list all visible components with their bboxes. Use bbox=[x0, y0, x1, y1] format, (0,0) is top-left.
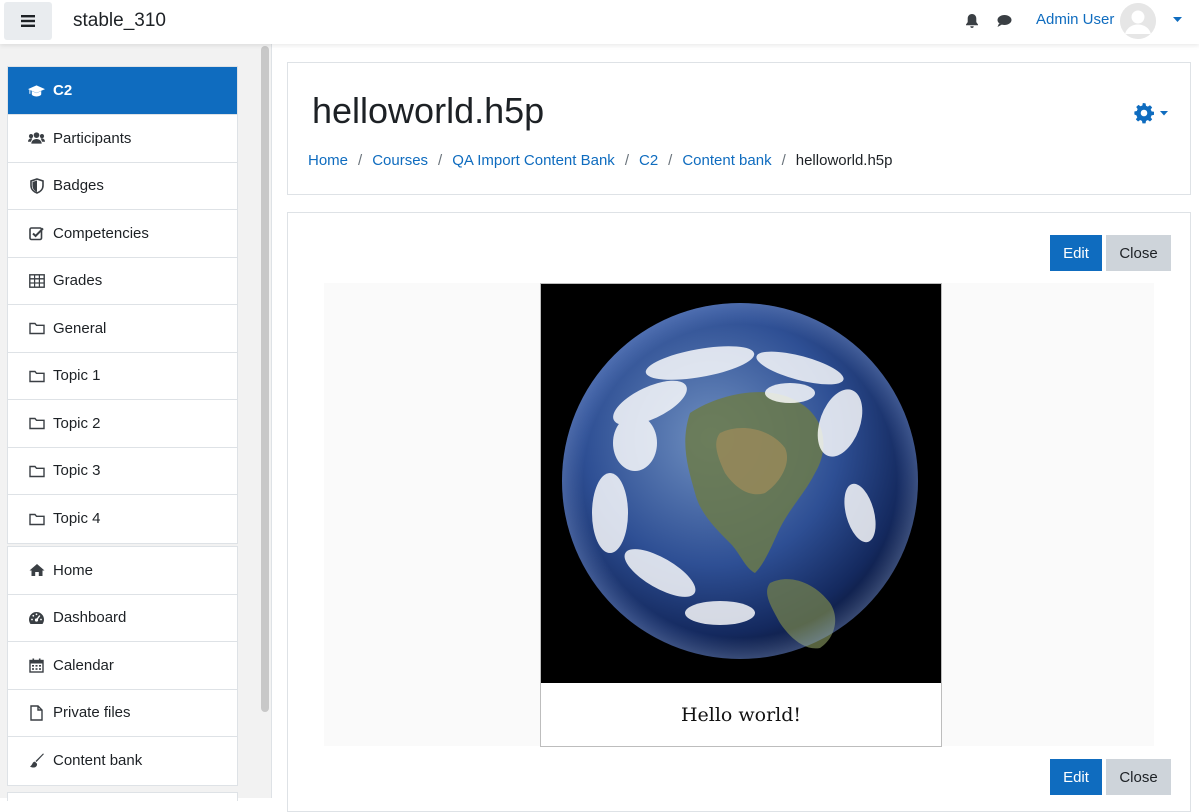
shield-icon bbox=[28, 177, 45, 194]
nav-item-label: Grades bbox=[53, 272, 103, 290]
nav-item-label: Participants bbox=[53, 129, 132, 147]
breadcrumb-separator: / bbox=[781, 152, 786, 169]
user-avatar-icon bbox=[1120, 3, 1156, 39]
calendar-icon bbox=[28, 657, 45, 674]
chevron-down-icon bbox=[1160, 110, 1168, 115]
nav-item-calendar[interactable]: Calendar bbox=[8, 642, 237, 690]
breadcrumb-home[interactable]: Home bbox=[308, 152, 348, 169]
nav-item-label: Calendar bbox=[53, 656, 114, 674]
folder-icon bbox=[28, 367, 45, 384]
h5p-caption: Hello world! bbox=[540, 683, 942, 747]
chevron-down-icon[interactable] bbox=[1173, 17, 1182, 23]
breadcrumb-separator: / bbox=[438, 152, 443, 169]
close-button-bottom[interactable]: Close bbox=[1106, 759, 1171, 795]
drawer-scrollbar[interactable] bbox=[261, 46, 269, 712]
close-button-top[interactable]: Close bbox=[1106, 235, 1171, 271]
nav-item-participants[interactable]: Participants bbox=[8, 115, 237, 163]
nav-item-label: Topic 2 bbox=[53, 414, 101, 432]
chat-icon[interactable] bbox=[995, 12, 1013, 30]
nav-item-course[interactable]: C2 bbox=[8, 67, 237, 115]
nav-item-competencies[interactable]: Competencies bbox=[8, 210, 237, 258]
nav-item-private-files[interactable]: Private files bbox=[8, 689, 237, 737]
settings-menu-button[interactable] bbox=[1133, 102, 1168, 124]
bell-icon[interactable] bbox=[963, 12, 981, 30]
nav-item-topic-4[interactable]: Topic 4 bbox=[8, 495, 237, 543]
nav-item-home[interactable]: Home bbox=[8, 547, 237, 595]
nav-item-label: Private files bbox=[53, 704, 131, 722]
nav-item-dashboard[interactable]: Dashboard bbox=[8, 594, 237, 642]
edit-button-top[interactable]: Edit bbox=[1050, 235, 1102, 271]
nav-item-content-bank[interactable]: Content bank bbox=[8, 737, 237, 785]
nav-item-grades[interactable]: Grades bbox=[8, 257, 237, 305]
course-nav: C2 Participants Badges Competencies Grad… bbox=[7, 66, 238, 544]
nav-item-label: Topic 3 bbox=[53, 462, 101, 480]
breadcrumb-content-bank[interactable]: Content bank bbox=[682, 152, 771, 169]
avatar[interactable] bbox=[1120, 3, 1156, 39]
nav-drawer: C2 Participants Badges Competencies Grad… bbox=[0, 44, 272, 801]
nav-item-badges[interactable]: Badges bbox=[8, 162, 237, 210]
site-nav: Home Dashboard Calendar Private files Co… bbox=[7, 546, 238, 786]
nav-item-topic-1[interactable]: Topic 1 bbox=[8, 352, 237, 400]
folder-icon bbox=[28, 510, 45, 527]
hamburger-icon bbox=[21, 15, 35, 27]
nav-item-label: Topic 4 bbox=[53, 510, 101, 528]
breadcrumb-current: helloworld.h5p bbox=[795, 152, 893, 169]
site-name[interactable]: stable_310 bbox=[73, 10, 166, 32]
brush-icon bbox=[28, 752, 45, 769]
folder-icon bbox=[28, 462, 45, 479]
nav-item-label: Dashboard bbox=[53, 609, 127, 627]
file-icon bbox=[28, 704, 45, 721]
earth-image bbox=[540, 283, 942, 683]
nav-item-label: Content bank bbox=[53, 752, 143, 770]
edit-button-bottom[interactable]: Edit bbox=[1050, 759, 1102, 795]
breadcrumb: Home / Courses / QA Import Content Bank … bbox=[308, 152, 892, 169]
nav-item-label: Competencies bbox=[53, 224, 149, 242]
page-title: helloworld.h5p bbox=[312, 90, 545, 131]
breadcrumb-separator: / bbox=[358, 152, 363, 169]
folder-icon bbox=[28, 320, 45, 337]
table-icon bbox=[28, 272, 45, 289]
gear-icon bbox=[1134, 103, 1154, 124]
nav-item-topic-2[interactable]: Topic 2 bbox=[8, 400, 237, 448]
nav-item-label: General bbox=[53, 319, 107, 337]
breadcrumb-course[interactable]: C2 bbox=[639, 152, 658, 169]
page-header: helloworld.h5p Home / Courses / QA Impor… bbox=[287, 62, 1191, 195]
user-menu-name[interactable]: Admin User bbox=[1036, 11, 1114, 28]
users-icon bbox=[28, 130, 45, 147]
folder-icon bbox=[28, 415, 45, 432]
nav-item-topic-3[interactable]: Topic 3 bbox=[8, 447, 237, 495]
nav-group-extra bbox=[7, 792, 238, 801]
nav-item-general[interactable]: General bbox=[8, 305, 237, 353]
nav-item-label: Home bbox=[53, 561, 94, 579]
top-navbar: stable_310 Admin User bbox=[0, 0, 1199, 44]
nav-item-label: C2 bbox=[53, 82, 73, 99]
drawer-toggle-button[interactable] bbox=[4, 2, 52, 40]
breadcrumb-courses[interactable]: Courses bbox=[372, 152, 428, 169]
dashboard-icon bbox=[28, 609, 45, 626]
home-icon bbox=[28, 562, 45, 579]
graduation-cap-icon bbox=[28, 82, 45, 99]
breadcrumb-separator: / bbox=[624, 152, 629, 169]
content-region: Edit Close Hello world! Edit Close bbox=[287, 212, 1191, 812]
check-square-icon bbox=[28, 225, 45, 242]
nav-item-label: Topic 1 bbox=[53, 367, 101, 385]
breadcrumb-category[interactable]: QA Import Content Bank bbox=[452, 152, 615, 169]
nav-item-label: Badges bbox=[53, 177, 104, 195]
breadcrumb-separator: / bbox=[668, 152, 673, 169]
